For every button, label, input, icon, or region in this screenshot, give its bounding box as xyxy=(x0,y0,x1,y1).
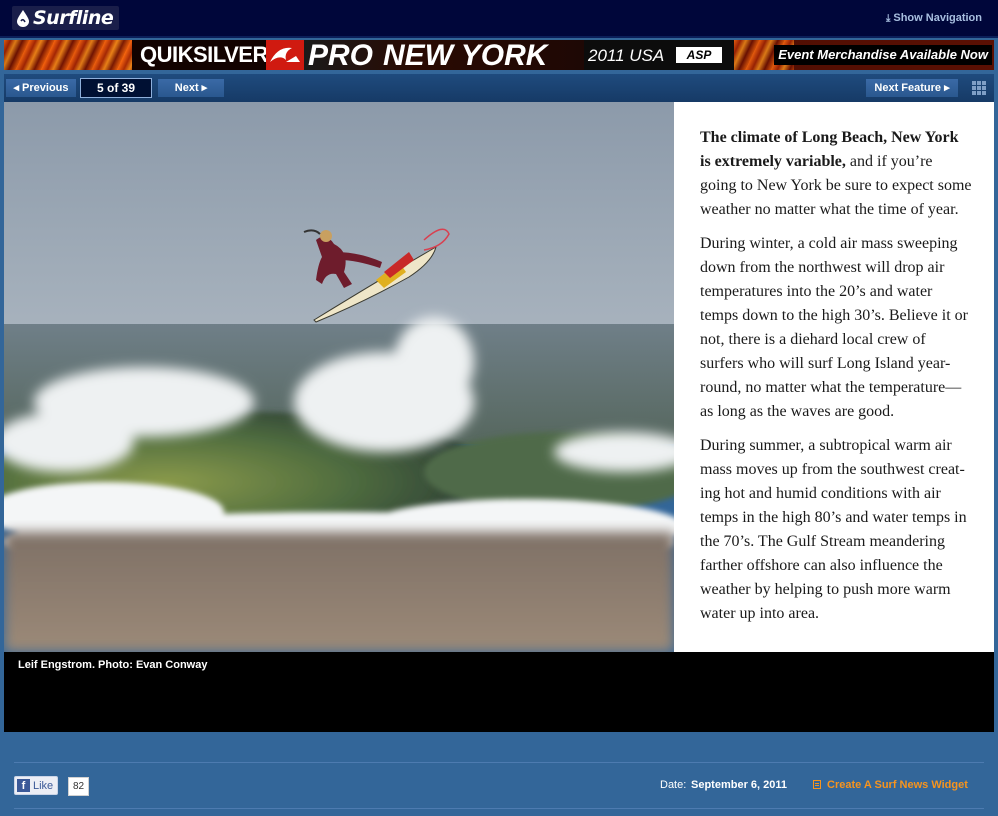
previous-button[interactable]: ◂ Previous xyxy=(6,79,76,97)
divider xyxy=(14,762,984,763)
banner-year-text: 2011 USA xyxy=(588,46,665,65)
drop-logo-icon xyxy=(17,10,29,27)
next-feature-label: Next Feature xyxy=(874,82,942,94)
article-paragraph-1: The climate of Long Beach, New York is e… xyxy=(700,126,972,222)
banner-pro: PRO xyxy=(308,40,374,70)
next-feature-button[interactable]: Next Feature ▸ xyxy=(866,79,958,97)
quiksilver-logo-icon xyxy=(266,40,304,70)
top-bar: Surfline ⤓ Show Navigation xyxy=(0,0,998,38)
surf-photo xyxy=(4,102,674,652)
create-widget-link[interactable]: Create A Surf News Widget xyxy=(827,779,968,791)
previous-label: Previous xyxy=(22,82,69,94)
right-caret-icon: ▸ xyxy=(198,82,208,94)
article-paragraph-3: During summer, a subtropical warm air ma… xyxy=(700,437,967,622)
next-button[interactable]: Next ▸ xyxy=(158,79,224,97)
article-paragraph-2: During winter, a cold air mass sweeping … xyxy=(700,235,968,420)
date-label: Date: xyxy=(660,779,687,791)
surfline-logo[interactable]: Surfline xyxy=(12,6,120,30)
left-caret-icon: ◂ xyxy=(13,82,23,94)
like-label: Like xyxy=(33,779,54,792)
show-navigation-label: Show Navigation xyxy=(893,12,982,24)
asp-logo: ASP xyxy=(676,47,722,63)
slideshow-nav-bar: ◂ Previous 5 of 39 Next ▸ Next Feature ▸ xyxy=(4,74,994,102)
flame-graphic xyxy=(4,40,132,70)
show-navigation-link[interactable]: ⤓ Show Navigation xyxy=(886,12,982,24)
facebook-like-button[interactable]: f Like xyxy=(14,776,59,795)
widget-icon xyxy=(813,780,821,789)
surfer-aerial-photo xyxy=(4,102,674,652)
like-count: 82 xyxy=(68,777,90,796)
date-value: September 6, 2011 xyxy=(691,779,788,791)
grid-view-icon[interactable] xyxy=(972,81,986,95)
event-banner-ad[interactable]: QUIKSILVER PRO NEW YORK 2011 USA ASP Even… xyxy=(4,40,994,70)
divider xyxy=(14,808,984,809)
banner-year-location: 2011 USA ASP xyxy=(584,40,734,70)
article-text: The climate of Long Beach, New York is e… xyxy=(674,102,994,652)
banner-merch-text: Event Merchandise Available Now xyxy=(774,45,992,65)
right-caret-icon: ▸ xyxy=(941,82,950,94)
download-arrow-icon: ⤓ xyxy=(885,13,891,24)
logo-text: Surfline xyxy=(33,7,114,29)
banner-event-name: NEW YORK xyxy=(383,40,548,70)
banner-brand: QUIKSILVER xyxy=(132,40,276,70)
facebook-icon: f xyxy=(17,779,30,792)
caption-bar: Leif Engstrom. Photo: Evan Conway xyxy=(4,652,994,732)
slide-counter: 5 of 39 xyxy=(80,78,152,98)
next-label: Next xyxy=(174,82,199,94)
photo-caption: Leif Engstrom. Photo: Evan Conway xyxy=(18,659,208,671)
banner-event-title: PRO NEW YORK xyxy=(304,40,584,70)
